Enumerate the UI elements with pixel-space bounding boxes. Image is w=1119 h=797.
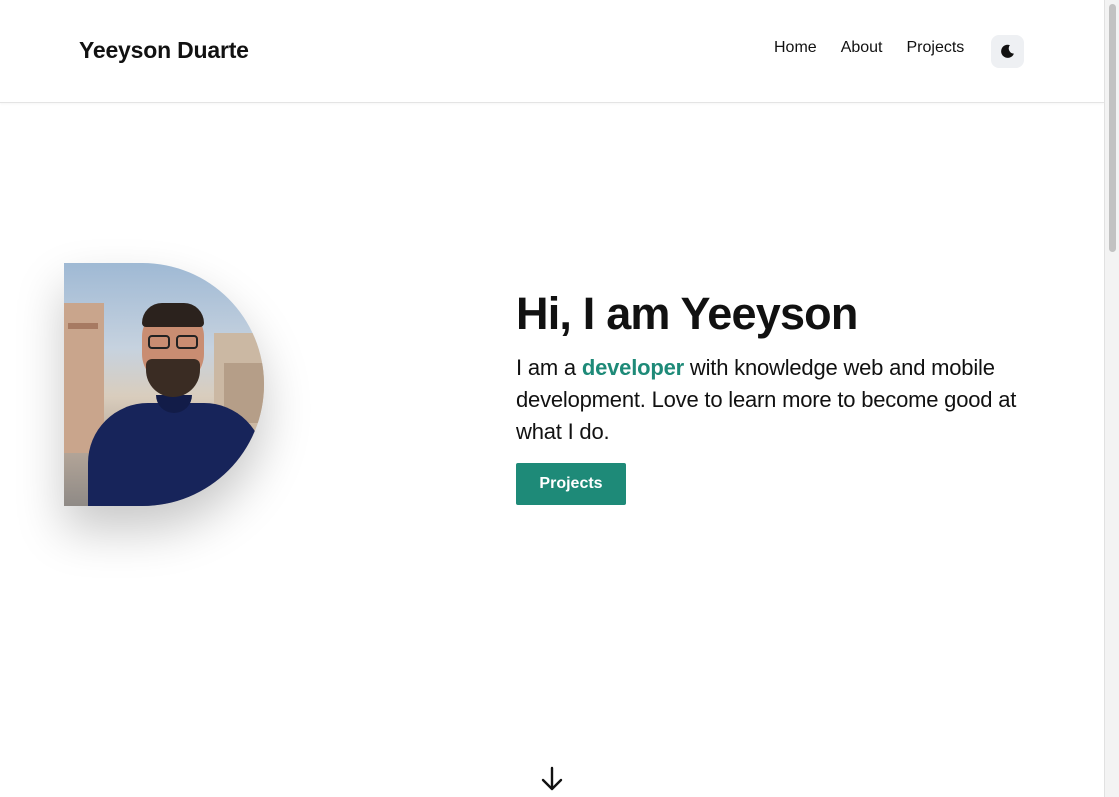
scrollbar-thumb[interactable] <box>1109 4 1116 252</box>
moon-icon <box>1001 44 1014 58</box>
arrow-down-icon <box>541 766 563 791</box>
profile-photo <box>64 263 264 506</box>
scroll-down-button[interactable] <box>540 766 564 792</box>
hero-text: Hi, I am Yeeyson I am a developer with k… <box>516 286 1036 448</box>
nav-link-about[interactable]: About <box>841 38 883 58</box>
hero-title: Hi, I am Yeeyson <box>516 288 858 339</box>
theme-toggle-button[interactable] <box>991 35 1024 68</box>
projects-button[interactable]: Projects <box>516 463 626 505</box>
site-brand[interactable]: Yeeyson Duarte <box>79 37 249 64</box>
nav-link-home[interactable]: Home <box>774 38 817 58</box>
photo-building-left-2 <box>68 323 98 329</box>
page-scrollbar[interactable] <box>1104 0 1119 797</box>
hero-description-highlight: developer <box>581 355 684 380</box>
photo-glasses-left <box>148 335 170 349</box>
main-nav: Home About Projects <box>774 38 964 58</box>
hero-description: I am a developer with knowledge web and … <box>516 352 1036 448</box>
photo-glasses-right <box>176 335 198 349</box>
photo-person-body <box>88 403 264 506</box>
hero-description-prefix: I am a <box>516 355 582 380</box>
photo-person-hair <box>142 303 204 327</box>
site-header: Yeeyson Duarte Home About Projects <box>0 0 1104 103</box>
page: Yeeyson Duarte Home About Projects Hi, I… <box>0 0 1104 797</box>
nav-link-projects[interactable]: Projects <box>907 38 965 58</box>
